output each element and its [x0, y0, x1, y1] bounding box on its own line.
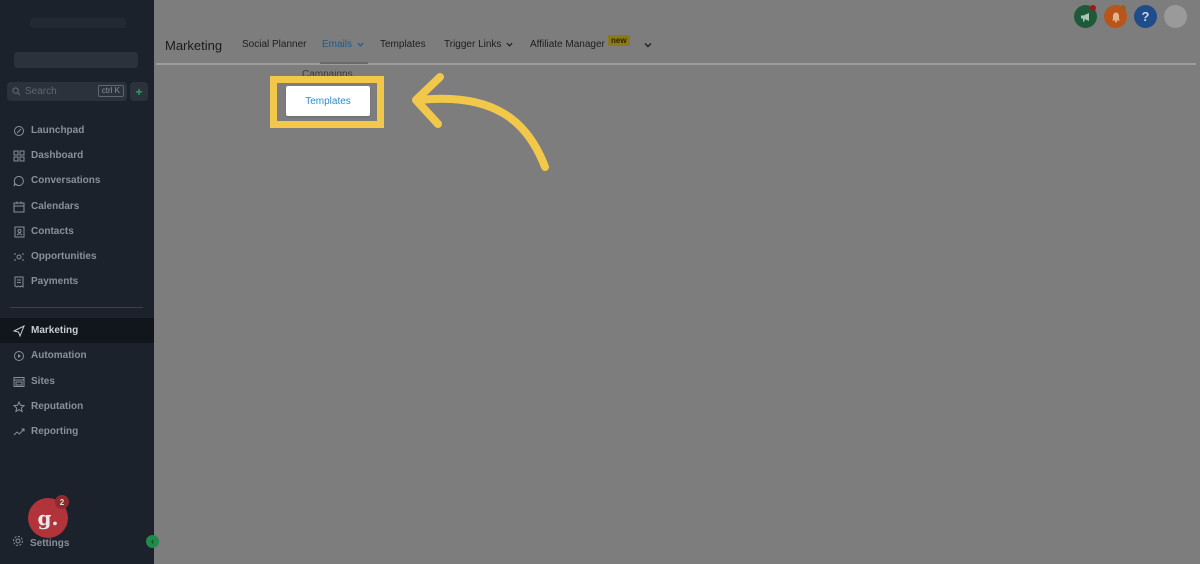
sidebar-item-payments[interactable]: Payments	[0, 269, 154, 294]
account-name-placeholder	[30, 18, 126, 28]
chevron-down-icon	[357, 42, 364, 47]
sidebar-item-opportunities[interactable]: Opportunities	[0, 244, 154, 269]
sidebar-item-label: Contacts	[31, 226, 74, 237]
pointer-arrow-annotation	[412, 73, 549, 171]
sidebar-divider	[10, 307, 143, 308]
active-tab-indicator	[320, 62, 368, 64]
help-button[interactable]: ?	[1134, 5, 1157, 28]
user-avatar[interactable]	[1164, 5, 1187, 28]
page-title: Marketing	[165, 38, 223, 53]
trend-line-icon	[12, 425, 25, 438]
receipt-icon	[12, 275, 25, 288]
sidebar-item-marketing[interactable]: Marketing	[0, 318, 154, 343]
account-switcher[interactable]	[14, 52, 138, 68]
sidebar: Search ctrl K + Launchpad Dashboard Conv…	[0, 0, 154, 564]
tab-label: Trigger Links	[444, 39, 502, 50]
search-placeholder: Search	[25, 86, 57, 97]
tab-trigger-links[interactable]: Trigger Links	[444, 39, 513, 50]
sidebar-item-label: Payments	[31, 276, 79, 287]
tab-affiliate-manager[interactable]: Affiliate Manager	[530, 39, 605, 50]
sidebar-item-sites[interactable]: Sites	[0, 369, 154, 394]
sidebar-item-reporting[interactable]: Reporting	[0, 419, 154, 444]
paper-plane-icon	[12, 324, 25, 337]
sidebar-item-label: Sites	[31, 376, 55, 387]
sidebar-item-contacts[interactable]: Contacts	[0, 219, 154, 244]
collapse-sidebar-button[interactable]: ‹	[146, 535, 159, 548]
tab-label: Social Planner	[242, 39, 307, 50]
sidebar-item-calendars[interactable]: Calendars	[0, 194, 154, 219]
gear-icon	[12, 534, 24, 552]
opportunities-icon	[12, 250, 25, 263]
search-icon	[12, 87, 21, 96]
dashboard-grid-icon	[12, 149, 25, 162]
search-shortcut-hint: ctrl K	[97, 85, 124, 97]
automation-icon	[12, 349, 25, 362]
sidebar-item-label: Conversations	[31, 175, 101, 186]
sidebar-item-label: Launchpad	[31, 125, 85, 136]
chevron-down-icon	[506, 42, 513, 47]
notification-count-badge: 2	[55, 495, 69, 509]
sidebar-item-label: Reporting	[31, 426, 79, 437]
rocket-icon	[12, 124, 25, 137]
tab-social-planner[interactable]: Social Planner	[242, 39, 306, 50]
tab-label: Templates	[380, 39, 426, 50]
megaphone-icon	[1080, 12, 1089, 21]
contacts-book-icon	[12, 225, 25, 238]
tab-label: Emails	[322, 39, 353, 50]
sidebar-item-label: Settings	[30, 537, 70, 549]
sidebar-item-label: Automation	[31, 350, 87, 361]
sidebar-item-reputation[interactable]: Reputation	[0, 394, 154, 419]
sidebar-item-label: Dashboard	[31, 150, 84, 161]
tab-emails[interactable]: Emails	[322, 39, 364, 50]
sidebar-item-dashboard[interactable]: Dashboard	[0, 143, 154, 168]
chevron-left-icon: ‹	[151, 536, 154, 546]
sidebar-item-label: Marketing	[31, 325, 79, 336]
bell-icon	[1111, 12, 1120, 22]
sidebar-search[interactable]: Search ctrl K	[7, 82, 127, 101]
unread-dot	[1090, 5, 1096, 11]
question-mark-icon: ?	[1141, 9, 1150, 24]
header-divider	[156, 63, 1196, 65]
avatar-letter: g.	[37, 506, 59, 530]
chevron-down-icon[interactable]	[644, 41, 652, 49]
sidebar-item-label: Opportunities	[31, 251, 97, 262]
calendar-icon	[12, 200, 25, 213]
sidebar-item-conversations[interactable]: Conversations	[0, 168, 154, 193]
sidebar-item-label: Reputation	[31, 401, 84, 412]
sidebar-item-launchpad[interactable]: Launchpad	[0, 118, 154, 143]
tab-templates[interactable]: Templates	[380, 39, 426, 50]
unread-dot	[1120, 5, 1126, 11]
star-icon	[12, 400, 25, 413]
sites-icon	[12, 375, 25, 388]
quick-action-button[interactable]: +	[130, 82, 148, 101]
tab-label: Affiliate Manager	[530, 39, 605, 50]
dropdown-item-label: Templates	[305, 95, 351, 107]
sidebar-item-automation[interactable]: Automation	[0, 343, 154, 368]
sidebar-item-label: Calendars	[31, 201, 80, 212]
sidebar-item-settings[interactable]: Settings	[12, 534, 69, 552]
plus-icon: +	[135, 84, 143, 99]
dropdown-item-templates[interactable]: Templates	[286, 86, 370, 116]
new-badge: new	[608, 35, 630, 46]
chat-bubble-icon	[12, 174, 25, 187]
